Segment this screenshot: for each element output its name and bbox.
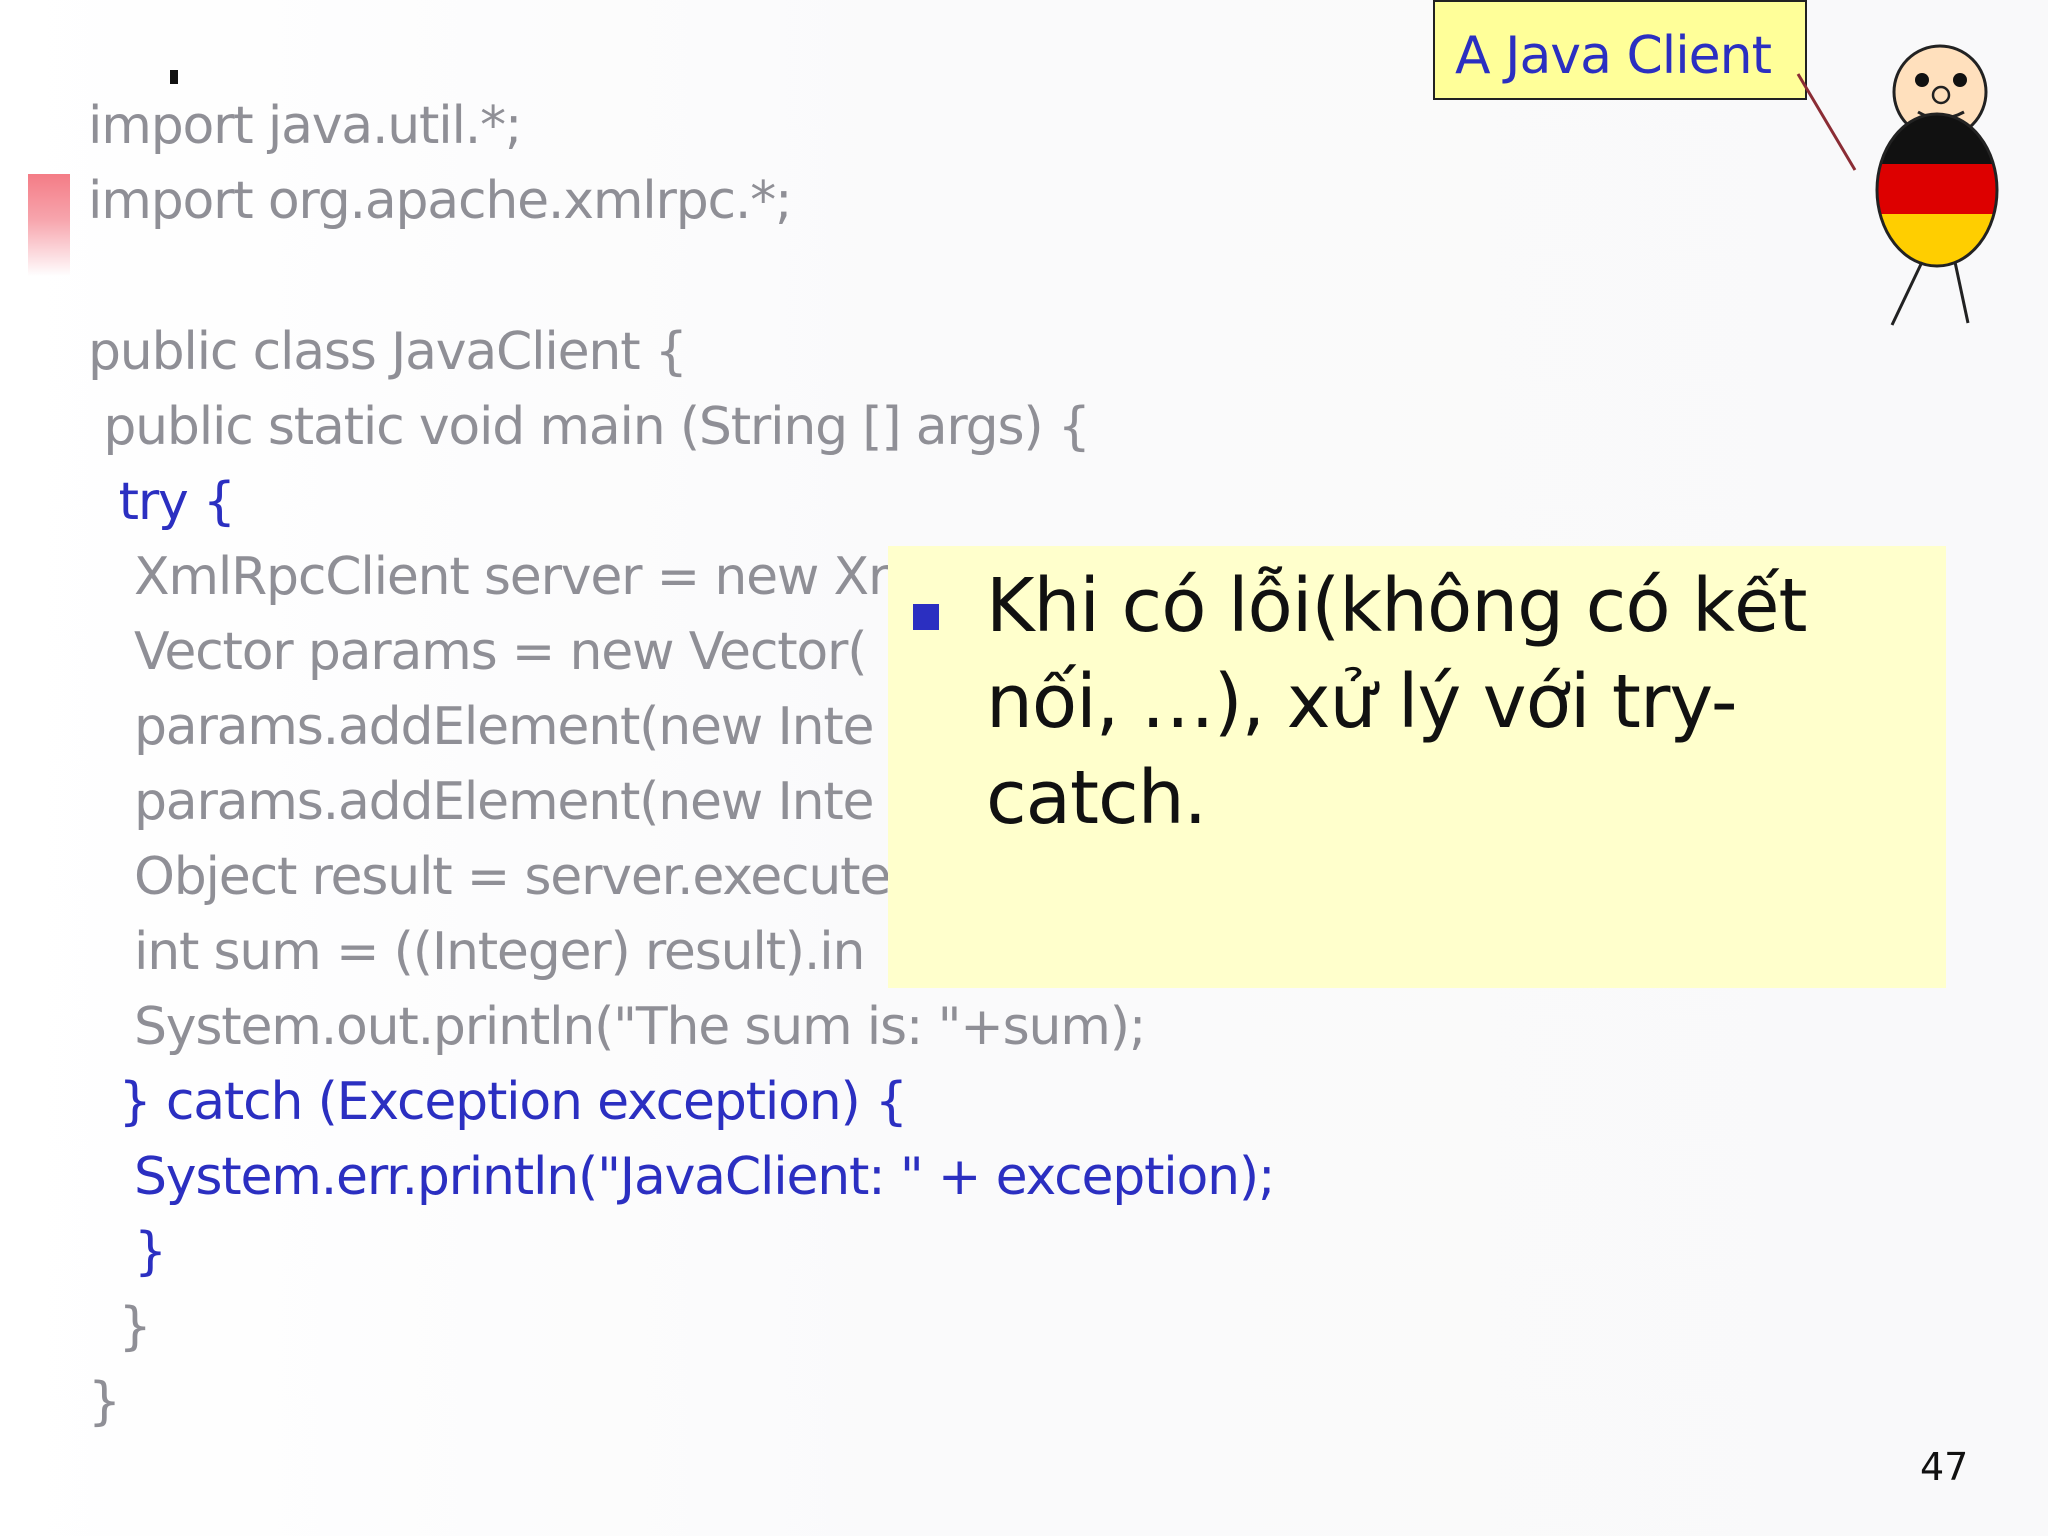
german-flag-stick-figure-icon	[1796, 44, 1999, 326]
code-line-println: System.out.println("The sum is: "+sum);	[88, 997, 1146, 1057]
code-line-vector: Vector params = new Vector(	[88, 622, 868, 682]
code-line-import-util: import java.util.*;	[88, 96, 522, 156]
java-client-label-text: A Java Client	[1455, 26, 1772, 86]
callout-text: Khi có lỗi(không có kết nối, …), xử lý v…	[986, 563, 1808, 841]
code-line-close-main: }	[88, 1297, 152, 1357]
code-line-sum: int sum = ((Integer) result).in	[88, 922, 865, 982]
java-client-label: A Java Client	[1433, 0, 1807, 100]
bullet-square-icon	[913, 604, 939, 630]
page-number: 47	[1920, 1445, 1969, 1489]
code-line-try: try {	[88, 472, 236, 532]
code-line-close-class: }	[88, 1372, 121, 1432]
code-line-execute: Object result = server.execute	[88, 847, 891, 907]
code-line-class-declaration: public class JavaClient {	[88, 322, 688, 382]
code-line-import-xmlrpc: import org.apache.xmlrpc.*;	[88, 171, 793, 231]
code-line-close-catch: }	[88, 1222, 167, 1282]
mascot-right-leg	[1953, 261, 1970, 324]
mascot-right-eye	[1953, 73, 1967, 87]
code-line-main-method: public static void main (String [] args)…	[88, 397, 1091, 457]
code-line-err-println: System.err.println("JavaClient: " + exce…	[88, 1147, 1276, 1207]
code-line-add-element-2: params.addElement(new Inte	[88, 772, 875, 832]
slide: import java.util.*; import org.apache.xm…	[0, 0, 2048, 1536]
code-line-add-element-1: params.addElement(new Inte	[88, 697, 875, 757]
mascot-left-eye	[1915, 73, 1929, 87]
code-line-xmlrpcclient: XmlRpcClient server = new Xr	[88, 547, 889, 607]
mascot-left-leg	[1890, 261, 1924, 326]
pointer-stick	[1796, 73, 1857, 171]
code-line-catch: } catch (Exception exception) {	[88, 1072, 908, 1132]
